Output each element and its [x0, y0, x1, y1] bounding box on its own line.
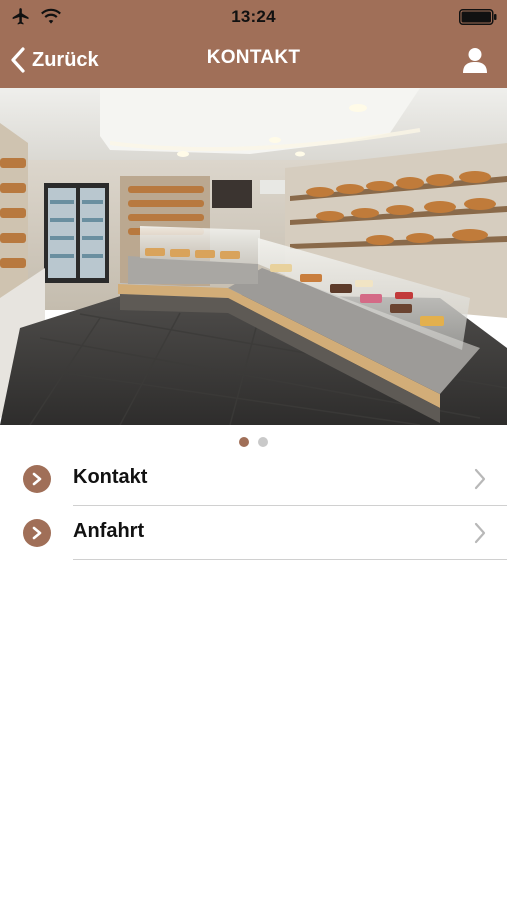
nav-bar: Zurück KONTAKT: [0, 34, 507, 88]
menu-item-label: Anfahrt: [73, 520, 145, 542]
chevron-right-circle-icon: [23, 465, 51, 493]
back-button[interactable]: Zurück: [10, 44, 99, 76]
divider: [73, 558, 507, 560]
menu-item-label: Kontakt: [73, 466, 148, 488]
chevron-right-icon: [474, 522, 486, 544]
page-indicator: [0, 437, 507, 449]
hero-image[interactable]: [0, 88, 507, 425]
chevron-right-icon: [474, 468, 486, 490]
chevron-right-circle-icon: [23, 519, 51, 547]
bakery-interior-photo: [0, 88, 507, 425]
chevron-left-icon: [11, 47, 25, 73]
menu-item-anfahrt[interactable]: Anfahrt: [0, 506, 507, 560]
user-icon[interactable]: [461, 46, 489, 74]
battery-icon: [459, 9, 497, 25]
back-label: Zurück: [32, 48, 99, 71]
menu-item-kontakt[interactable]: Kontakt: [0, 452, 507, 506]
page-dot-2[interactable]: [258, 437, 268, 447]
top-bar: 13:24 Zurück KONTAKT: [0, 0, 507, 88]
page-dot-1[interactable]: [239, 437, 249, 447]
status-bar: 13:24: [0, 0, 507, 34]
status-time: 13:24: [231, 7, 276, 26]
menu-list: Kontakt Anfahrt: [0, 452, 507, 560]
